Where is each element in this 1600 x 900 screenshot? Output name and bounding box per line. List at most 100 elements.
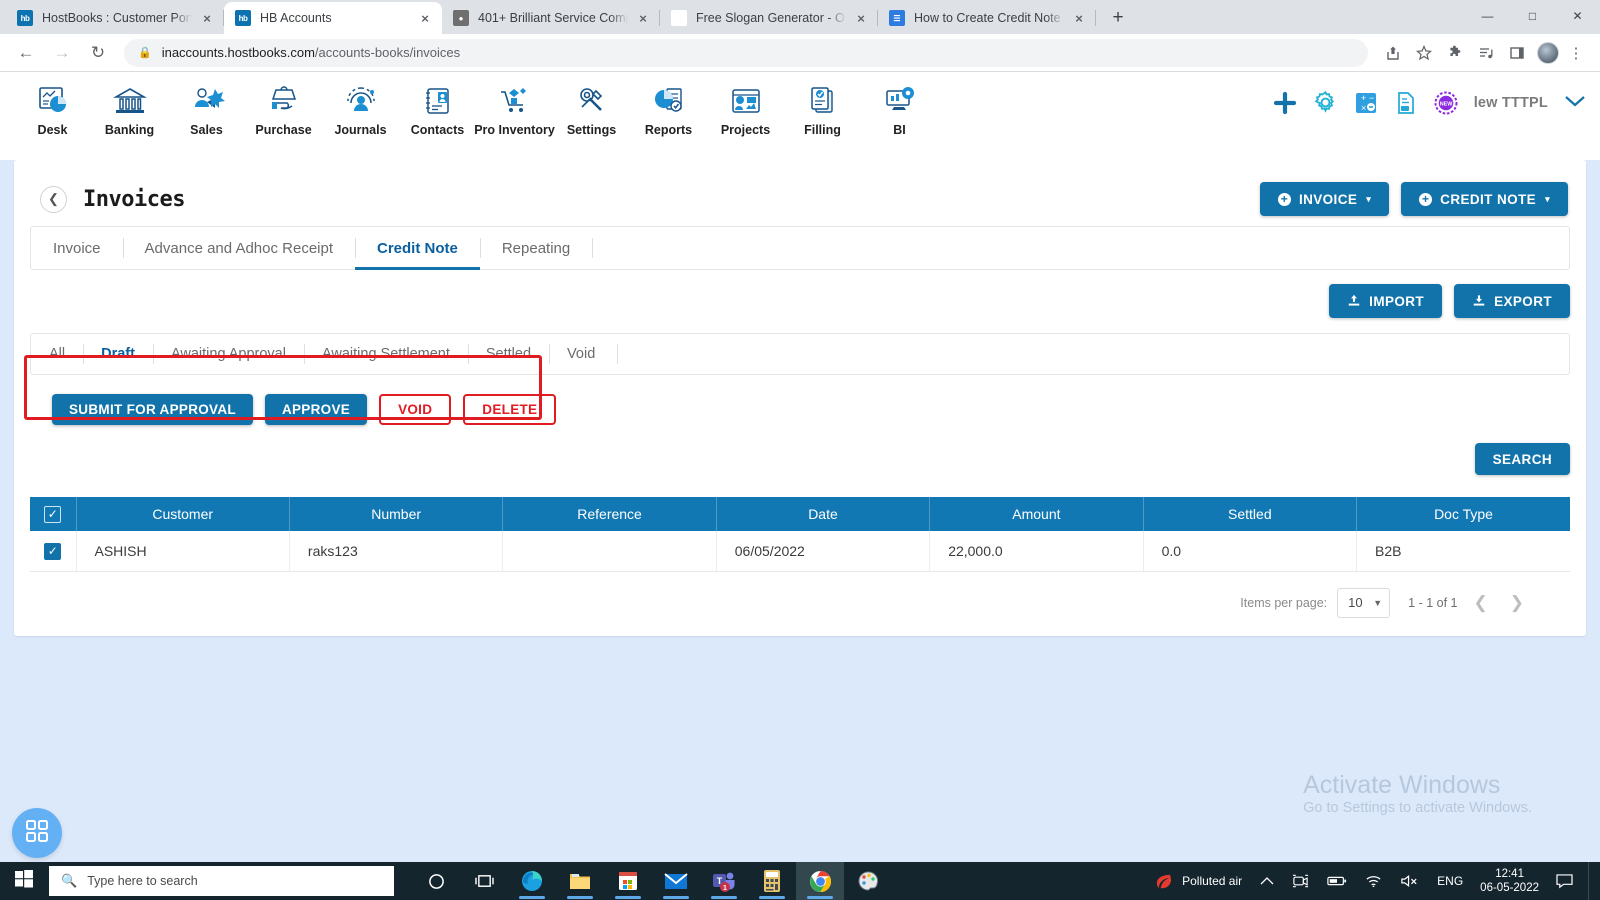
browser-tab-3[interactable]: ⏱ Free Slogan Generator - Online T × xyxy=(660,2,878,34)
close-icon[interactable]: × xyxy=(634,9,652,27)
previous-page-button[interactable]: ❮ xyxy=(1468,593,1494,613)
status-tab-all[interactable]: All xyxy=(31,334,83,374)
browser-tab-4[interactable]: ☰ How to Create Credit Note - Goo × xyxy=(878,2,1096,34)
close-icon[interactable]: × xyxy=(852,9,870,27)
chevron-up-icon[interactable] xyxy=(1251,862,1283,900)
bookmark-star-icon[interactable] xyxy=(1410,39,1438,67)
status-tab-awaiting-settlement[interactable]: Awaiting Settlement xyxy=(303,334,468,374)
new-credit-note-button[interactable]: + CREDIT NOTE ▾ xyxy=(1401,182,1568,216)
back-icon[interactable]: ← xyxy=(10,37,42,69)
tab-repeating[interactable]: Repeating xyxy=(479,227,592,269)
column-header-date[interactable]: Date xyxy=(716,497,931,531)
task-view-icon[interactable] xyxy=(460,862,508,900)
delete-button[interactable]: DELETE xyxy=(463,394,557,425)
row-checkbox[interactable]: ✓ xyxy=(44,542,62,560)
close-icon[interactable]: × xyxy=(198,9,216,27)
notification-icon[interactable] xyxy=(1547,862,1582,900)
next-page-button[interactable]: ❯ xyxy=(1504,593,1530,613)
nav-item-journals[interactable]: Journals xyxy=(322,78,399,137)
new-badge-icon[interactable]: NEW xyxy=(1434,91,1458,115)
share-icon[interactable] xyxy=(1379,39,1407,67)
void-button[interactable]: VOID xyxy=(379,394,452,425)
extensions-puzzle-icon[interactable] xyxy=(1441,39,1469,67)
browser-tab-1[interactable]: hb HB Accounts × xyxy=(224,2,442,34)
column-header-number[interactable]: Number xyxy=(289,497,504,531)
close-icon[interactable]: × xyxy=(416,9,434,27)
teams-icon[interactable]: T1 xyxy=(700,862,748,900)
new-invoice-button[interactable]: + INVOICE ▾ xyxy=(1259,182,1390,216)
chevron-down-icon[interactable] xyxy=(1564,91,1586,114)
taskbar-search-box[interactable]: 🔍 Type here to search xyxy=(49,866,394,896)
document-icon[interactable] xyxy=(1394,91,1418,115)
column-header-customer[interactable]: Customer xyxy=(76,497,290,531)
row-select-cell[interactable]: ✓ xyxy=(30,531,77,572)
cell-customer[interactable]: ASHISH xyxy=(76,531,290,572)
status-tab-void[interactable]: Void xyxy=(549,334,613,374)
profile-avatar[interactable] xyxy=(1537,41,1559,64)
chevron-left-icon[interactable]: ❮ xyxy=(40,185,67,213)
nav-item-contacts[interactable]: Contacts xyxy=(399,78,476,137)
clock-widget[interactable]: 12:41 06-05-2022 xyxy=(1472,867,1547,895)
nav-item-sales[interactable]: Sales xyxy=(168,78,245,137)
import-button[interactable]: IMPORT xyxy=(1329,284,1443,318)
minimize-icon[interactable]: — xyxy=(1465,0,1510,32)
file-explorer-icon[interactable] xyxy=(556,862,604,900)
status-tab-settled[interactable]: Settled xyxy=(467,334,549,374)
paint-icon[interactable] xyxy=(844,862,892,900)
close-icon[interactable]: × xyxy=(1070,9,1088,27)
tab-invoice[interactable]: Invoice xyxy=(31,227,123,269)
export-button[interactable]: EXPORT xyxy=(1454,284,1570,318)
speaker-muted-icon[interactable] xyxy=(1391,862,1428,900)
nav-item-banking[interactable]: Banking xyxy=(91,78,168,137)
show-desktop-button[interactable] xyxy=(1588,862,1596,900)
calculator-app-icon[interactable] xyxy=(748,862,796,900)
nav-item-pro-inventory[interactable]: Pro Inventory xyxy=(474,78,555,137)
approve-button[interactable]: APPROVE xyxy=(264,394,368,425)
apps-grid-fab[interactable] xyxy=(12,808,62,858)
windows-start-button[interactable] xyxy=(0,862,48,900)
nav-item-settings[interactable]: Settings xyxy=(553,78,630,137)
nav-item-desk[interactable]: Desk xyxy=(14,78,91,137)
nav-item-filling[interactable]: Filling xyxy=(784,78,861,137)
status-tab-draft[interactable]: Draft xyxy=(83,334,153,374)
tab-credit-note[interactable]: Credit Note xyxy=(355,227,480,270)
table-row[interactable]: ✓ ASHISH raks123 06/05/2022 22,000.0 0.0… xyxy=(30,531,1570,572)
mail-icon[interactable] xyxy=(652,862,700,900)
calculator-icon[interactable]: + − × xyxy=(1354,91,1378,115)
reload-icon[interactable]: ↻ xyxy=(82,37,114,69)
column-header-settled[interactable]: Settled xyxy=(1143,497,1358,531)
meet-now-icon[interactable] xyxy=(1283,862,1318,900)
plus-icon[interactable] xyxy=(1273,91,1297,115)
select-all-checkbox[interactable]: ✓ xyxy=(44,505,62,523)
browser-tab-2[interactable]: ● 401+ Brilliant Service Company S × xyxy=(442,2,660,34)
cortana-icon[interactable] xyxy=(412,862,460,900)
select-all-header[interactable]: ✓ xyxy=(30,497,77,531)
organization-name[interactable]: lew TTTPL xyxy=(1474,95,1548,111)
nav-item-reports[interactable]: Reports xyxy=(630,78,707,137)
status-tab-awaiting-approval[interactable]: Awaiting Approval xyxy=(152,334,304,374)
address-bar[interactable]: 🔒 inaccounts.hostbooks.com/accounts-book… xyxy=(124,38,1368,67)
submit-for-approval-button[interactable]: SUBMIT FOR APPROVAL xyxy=(52,394,253,425)
nav-item-purchase[interactable]: Purchase xyxy=(245,78,322,137)
side-panel-icon[interactable] xyxy=(1503,39,1531,67)
new-tab-button[interactable]: + xyxy=(1104,4,1132,32)
chrome-icon[interactable] xyxy=(796,862,844,900)
microsoft-store-icon[interactable] xyxy=(604,862,652,900)
browser-tab-0[interactable]: hb HostBooks : Customer Portal × xyxy=(6,2,224,34)
column-header-doc-type[interactable]: Doc Type xyxy=(1356,497,1570,531)
edge-icon[interactable] xyxy=(508,862,556,900)
gear-icon[interactable] xyxy=(1313,90,1338,115)
reading-list-icon[interactable] xyxy=(1472,39,1500,67)
nav-item-bi[interactable]: BI xyxy=(861,78,938,137)
maximize-icon[interactable]: □ xyxy=(1510,0,1555,32)
items-per-page-select[interactable]: 10 ▼ xyxy=(1337,587,1391,618)
language-indicator[interactable]: ENG xyxy=(1428,862,1472,900)
window-close-icon[interactable]: ✕ xyxy=(1555,0,1600,32)
column-header-reference[interactable]: Reference xyxy=(502,497,717,531)
weather-widget[interactable]: Polluted air xyxy=(1146,862,1251,900)
battery-icon[interactable] xyxy=(1318,862,1356,900)
search-button[interactable]: SEARCH xyxy=(1474,443,1570,475)
nav-item-projects[interactable]: Projects xyxy=(707,78,784,137)
wifi-icon[interactable] xyxy=(1356,862,1391,900)
forward-icon[interactable]: → xyxy=(46,37,78,69)
